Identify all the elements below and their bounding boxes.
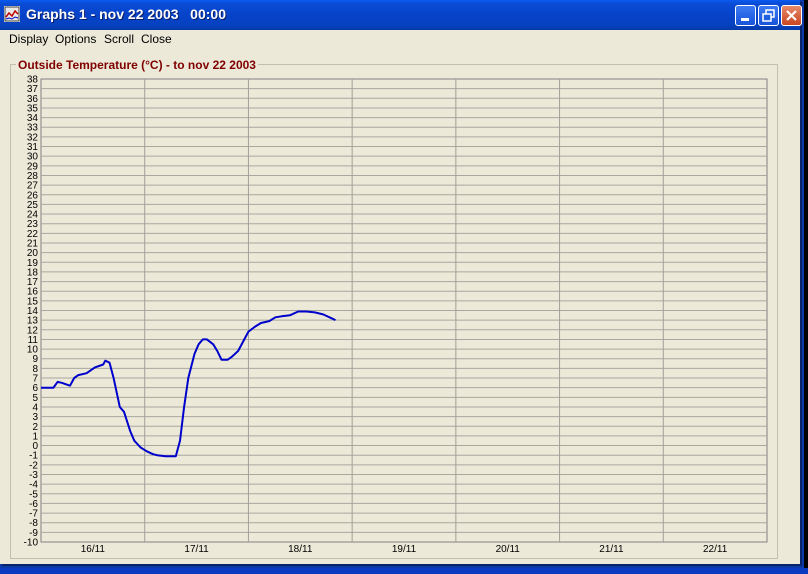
y-tick-label: 14 [27, 306, 39, 317]
y-tick-label: 4 [32, 402, 38, 413]
x-tick-label: 21/11 [599, 544, 624, 555]
x-tick-label: 20/11 [496, 544, 521, 555]
y-tick-label: 32 [27, 132, 39, 143]
y-tick-label: 15 [27, 296, 39, 307]
y-tick-label: 24 [27, 210, 39, 221]
x-tick-label: 18/11 [288, 544, 313, 555]
y-tick-label: -1 [29, 451, 38, 462]
taskbar-strip [0, 568, 808, 574]
y-tick-label: 1 [32, 431, 38, 442]
y-tick-label: -6 [29, 499, 38, 510]
chart-title: Outside Temperature (°C) - to nov 22 200… [16, 58, 258, 72]
y-tick-label: 26 [27, 190, 39, 201]
y-tick-label: 29 [27, 161, 39, 172]
y-tick-label: 12 [27, 325, 39, 336]
y-tick-label: 30 [27, 152, 39, 163]
y-tick-label: -4 [29, 480, 38, 491]
y-tick-label: 8 [32, 364, 38, 375]
y-tick-label: 2 [32, 422, 38, 433]
y-tick-label: 17 [27, 277, 39, 288]
x-tick-label: 19/11 [392, 544, 417, 555]
x-tick-label: 17/11 [184, 544, 209, 555]
y-tick-label: 10 [27, 345, 39, 356]
y-tick-label: 28 [27, 171, 39, 182]
y-tick-label: 33 [27, 123, 39, 134]
y-tick-label: 0 [32, 441, 38, 452]
y-tick-label: -9 [29, 528, 38, 539]
y-tick-label: -3 [29, 470, 38, 481]
y-tick-label: 18 [27, 267, 39, 278]
y-tick-label: 5 [32, 393, 38, 404]
y-tick-label: 31 [27, 142, 39, 153]
y-tick-label: 21 [27, 238, 39, 249]
y-tick-label: 3 [32, 412, 38, 423]
y-tick-label: 20 [27, 248, 39, 259]
y-tick-label: 19 [27, 258, 39, 269]
y-tick-label: -10 [24, 538, 39, 549]
temperature-chart: -10-9-8-7-6-5-4-3-2-10123456789101112131… [24, 75, 768, 555]
y-tick-label: 13 [27, 316, 39, 327]
y-tick-label: 27 [27, 181, 39, 192]
y-tick-label: 35 [27, 103, 39, 114]
y-tick-label: -8 [29, 518, 38, 529]
y-tick-label: -7 [29, 509, 38, 520]
x-tick-label: 16/11 [81, 544, 106, 555]
y-tick-label: 7 [32, 374, 38, 385]
y-tick-label: 16 [27, 287, 39, 298]
y-tick-label: -2 [29, 460, 38, 471]
y-tick-label: 34 [27, 113, 39, 124]
y-tick-label: 37 [27, 84, 39, 95]
y-tick-label: 38 [27, 75, 39, 86]
x-tick-label: 22/11 [703, 544, 728, 555]
y-tick-label: 36 [27, 94, 39, 105]
y-tick-label: 23 [27, 219, 39, 230]
y-tick-label: -5 [29, 489, 38, 500]
y-tick-label: 6 [32, 383, 38, 394]
y-tick-label: 22 [27, 229, 39, 240]
y-tick-label: 25 [27, 200, 39, 211]
y-tick-label: 9 [32, 354, 38, 365]
y-tick-label: 11 [28, 335, 39, 346]
